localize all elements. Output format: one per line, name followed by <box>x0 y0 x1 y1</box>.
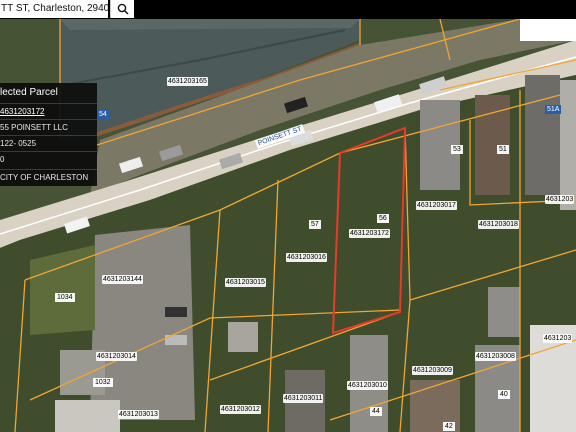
parking-lot <box>90 225 195 420</box>
address-label: 54 <box>97 110 109 119</box>
parcel-label-selected[interactable]: 4631203172 <box>349 229 390 238</box>
address-label: 44 <box>370 407 382 416</box>
parcel-label[interactable]: 4631203017 <box>416 201 457 210</box>
parcel-id-link[interactable]: 4631203172 <box>0 103 97 120</box>
jurisdiction: CITY OF CHARLESTON <box>0 169 97 186</box>
parcel-label[interactable]: 4631203010 <box>347 381 388 390</box>
parcel-label[interactable]: 4631203011 <box>283 394 324 403</box>
search-icon <box>117 3 129 15</box>
parcel-label[interactable]: 4631203015 <box>225 278 266 287</box>
parcel-label[interactable]: 4631203144 <box>102 275 143 284</box>
parcel-detail: 122- 0525 <box>0 135 97 152</box>
parcel-label[interactable]: 4631203014 <box>96 352 137 361</box>
parcel-label[interactable]: 4631203165 <box>167 77 208 86</box>
address-label: 1032 <box>93 378 113 387</box>
aerial-map[interactable] <box>0 0 576 432</box>
panel-title: lected Parcel <box>0 87 58 98</box>
selected-parcel-panel: lected Parcel 4631203172 55 POINSETT LLC… <box>0 83 97 186</box>
address-label: 40 <box>498 390 510 399</box>
address-label: 51A <box>545 105 562 114</box>
search-button[interactable] <box>110 0 134 18</box>
address-label: 42 <box>443 422 455 431</box>
parcel-label[interactable]: 4631203 <box>543 334 573 343</box>
address-label: 1034 <box>55 293 75 302</box>
address-label: 56 <box>377 214 389 223</box>
parcel-label[interactable]: 4631203012 <box>220 405 261 414</box>
parcel-value: 0 <box>0 151 97 168</box>
parcel-label[interactable]: 4631203018 <box>478 220 519 229</box>
parcel-label[interactable]: 4631203 <box>545 195 575 204</box>
parcel-label[interactable]: 4631203008 <box>475 352 516 361</box>
address-label: 57 <box>309 220 321 229</box>
address-label: 51 <box>497 145 509 154</box>
address-label: 53 <box>451 145 463 154</box>
owner-name: 55 POINSETT LLC <box>0 119 97 136</box>
map-control[interactable] <box>520 19 576 41</box>
search-input[interactable]: TT ST, Charleston, 29403 <box>0 0 108 18</box>
parcel-label[interactable]: 4631203016 <box>286 253 327 262</box>
parcel-label[interactable]: 4631203009 <box>412 366 453 375</box>
parcel-label[interactable]: 4631203013 <box>118 410 159 419</box>
